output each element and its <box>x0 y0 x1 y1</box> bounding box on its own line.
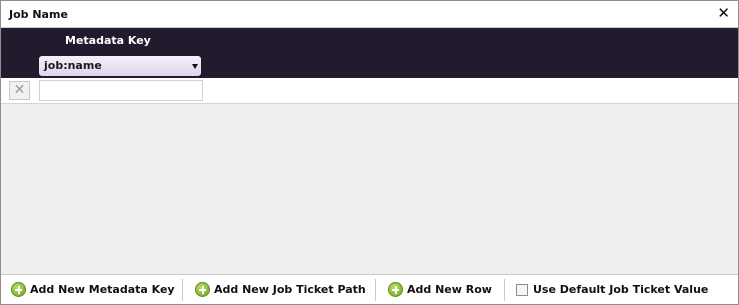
table-row: ✕ <box>1 78 738 104</box>
use-default-job-ticket-value-toggle[interactable]: Use Default Job Ticket Value <box>516 275 708 304</box>
panel-title: Job Name <box>9 8 68 21</box>
delete-row-button[interactable]: ✕ <box>9 81 30 100</box>
add-new-metadata-key-label: Add New Metadata Key <box>30 283 175 296</box>
plus-circle-icon <box>11 282 26 297</box>
add-new-job-ticket-path-label: Add New Job Ticket Path <box>214 283 366 296</box>
add-new-metadata-key-button[interactable]: Add New Metadata Key <box>11 275 175 304</box>
toolbar-divider <box>375 279 376 301</box>
metadata-key-dropdown[interactable]: job:name <box>39 56 201 76</box>
metadata-value-input[interactable] <box>39 80 203 101</box>
dropdown-value: job:name <box>44 59 102 72</box>
add-new-row-button[interactable]: Add New Row <box>388 275 492 304</box>
table-header: Metadata Key job:name <box>1 28 738 78</box>
title-bar: Job Name ✕ <box>1 1 738 28</box>
job-name-panel: Job Name ✕ Metadata Key job:name ✕ Add N… <box>0 0 739 305</box>
plus-circle-icon <box>388 282 403 297</box>
add-new-job-ticket-path-button[interactable]: Add New Job Ticket Path <box>195 275 366 304</box>
column-header-metadata-key: Metadata Key <box>65 34 151 47</box>
use-default-checkbox[interactable] <box>516 283 528 296</box>
toolbar-divider <box>182 279 183 301</box>
toolbar-divider <box>504 279 505 301</box>
use-default-label: Use Default Job Ticket Value <box>533 283 709 296</box>
add-new-row-label: Add New Row <box>407 283 492 296</box>
plus-circle-icon <box>195 282 210 297</box>
bottom-toolbar: Add New Metadata Key Add New Job Ticket … <box>1 274 738 304</box>
close-icon[interactable]: ✕ <box>717 5 730 21</box>
chevron-down-icon <box>192 64 198 69</box>
